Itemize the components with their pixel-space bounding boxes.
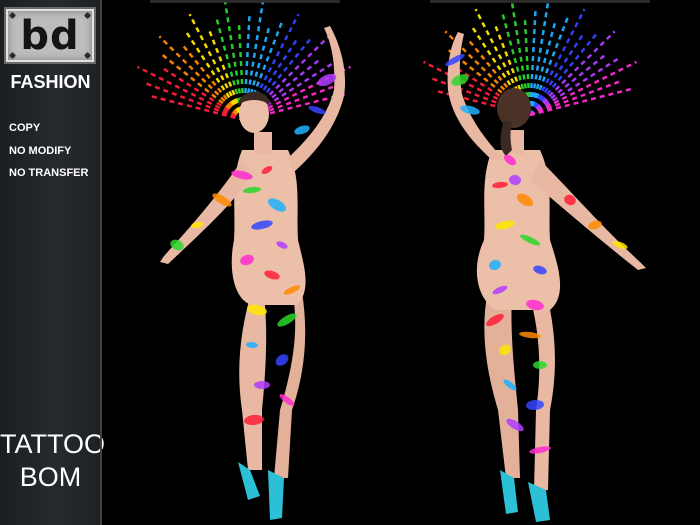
feather-plume xyxy=(529,30,616,116)
permission-copy: COPY xyxy=(9,122,41,134)
tattoo-mark xyxy=(275,354,289,366)
figure-back-view xyxy=(422,0,646,522)
feather-plume xyxy=(159,52,245,121)
tattoo-mark xyxy=(254,381,270,389)
sidebar-panel: bd FASHION COPY NO MODIFY NO TRANSFER TA… xyxy=(0,0,105,525)
feather-plume xyxy=(143,81,245,122)
brand-name: FASHION xyxy=(10,72,91,92)
product-ad: bd FASHION COPY NO MODIFY NO TRANSFER TA… xyxy=(0,0,700,525)
figure-front-view xyxy=(136,2,352,520)
feather-plume xyxy=(158,35,245,121)
tattoo-mark xyxy=(294,125,310,135)
permissions-list: COPY NO MODIFY NO TRANSFER xyxy=(9,117,88,185)
feather-plume xyxy=(528,8,537,116)
product-line-1: TATTOO xyxy=(0,429,105,459)
logo-text: bd xyxy=(20,12,80,59)
tattoo-mark xyxy=(277,313,297,327)
brand-logo: bd xyxy=(4,7,96,64)
product-line-2: BOM xyxy=(19,462,82,492)
product-name: TATTOO BOM xyxy=(0,428,105,494)
tattoo-mark xyxy=(308,105,326,115)
permission-no-transfer: NO TRANSFER xyxy=(9,167,89,179)
feather-plume xyxy=(528,8,586,116)
permission-no-modify: NO MODIFY xyxy=(9,144,72,157)
